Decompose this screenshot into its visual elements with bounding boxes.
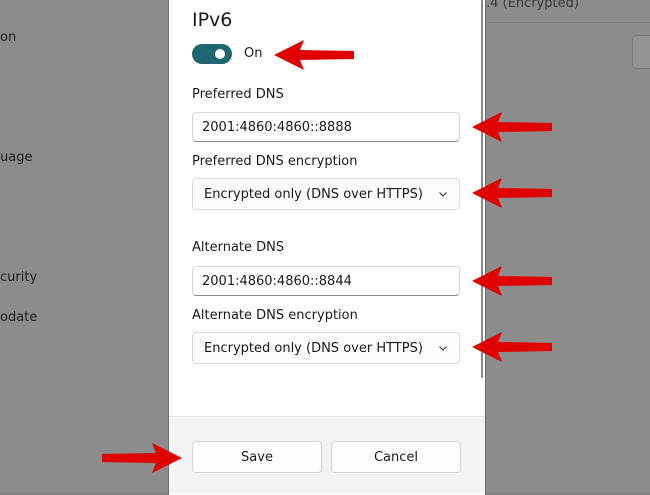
alternate-dns-encryption-label: Alternate DNS encryption <box>192 308 358 323</box>
background-nav-label: curity <box>0 270 38 285</box>
preferred-dns-input[interactable] <box>192 112 460 142</box>
red-arrow-annotation <box>472 112 552 142</box>
chevron-down-icon <box>439 346 447 351</box>
alternate-dns-encryption-value: Encrypted only (DNS over HTTPS) <box>204 341 423 356</box>
preferred-dns-encryption-value: Encrypted only (DNS over HTTPS) <box>204 187 423 202</box>
save-button[interactable]: Save <box>192 441 322 473</box>
preferred-dns-encryption-select[interactable]: Encrypted only (DNS over HTTPS) <box>192 178 460 210</box>
red-arrow-annotation <box>274 40 354 70</box>
preferred-dns-encryption-label: Preferred DNS encryption <box>192 154 358 169</box>
background-divider <box>486 22 650 23</box>
dialog-section-title: IPv6 <box>192 9 233 31</box>
background-nav-label: odate <box>0 310 38 325</box>
background-nav-label: on <box>0 30 17 45</box>
alternate-dns-encryption-select[interactable]: Encrypted only (DNS over HTTPS) <box>192 332 460 364</box>
alternate-dns-input[interactable] <box>192 266 460 296</box>
ipv6-toggle-knob <box>215 49 225 59</box>
cancel-button[interactable]: Cancel <box>331 441 461 473</box>
chevron-down-icon <box>439 192 447 197</box>
red-arrow-annotation <box>472 266 552 296</box>
background-nav-label: uage <box>0 150 33 165</box>
background-edit-button <box>632 35 650 69</box>
red-arrow-annotation <box>102 443 182 473</box>
red-arrow-annotation <box>472 178 552 208</box>
ipv6-toggle[interactable] <box>192 44 232 64</box>
alternate-dns-label: Alternate DNS <box>192 240 285 255</box>
background-status-text: .4 (Encrypted) <box>486 0 579 11</box>
preferred-dns-label: Preferred DNS <box>192 87 284 102</box>
ipv6-toggle-state: On <box>244 46 263 61</box>
red-arrow-annotation <box>472 332 552 362</box>
